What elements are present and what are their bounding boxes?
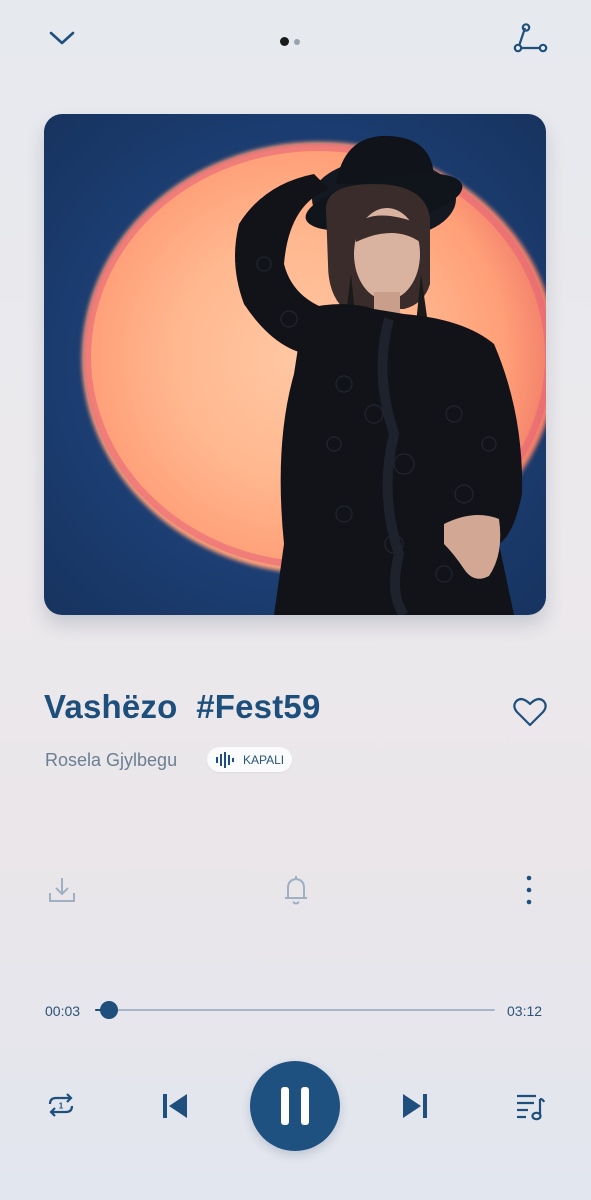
skip-previous-icon	[163, 1094, 187, 1118]
download-icon	[49, 878, 75, 902]
pause-button[interactable]	[250, 1061, 340, 1151]
page-dot-active	[280, 37, 289, 46]
chevron-down-icon	[49, 31, 75, 45]
seek-handle[interactable]	[100, 1001, 119, 1019]
elapsed-time: 00:03	[45, 1003, 81, 1019]
repeat-one-icon: 1	[48, 1093, 74, 1117]
previous-button[interactable]	[156, 1087, 194, 1125]
album-artwork[interactable]	[44, 114, 546, 615]
more-options-button[interactable]	[517, 872, 541, 908]
total-time: 03:12	[507, 1003, 543, 1019]
quality-badge[interactable]: KAPALI	[207, 747, 293, 772]
queue-button[interactable]	[512, 1088, 548, 1124]
seek-bar[interactable]	[95, 1009, 495, 1011]
share-button[interactable]	[508, 16, 552, 60]
page-indicator	[280, 37, 300, 46]
page-dot	[294, 38, 300, 45]
notification-button[interactable]	[278, 872, 314, 908]
bell-icon	[285, 876, 307, 905]
next-button[interactable]	[396, 1087, 434, 1125]
badge-label: KAPALI	[243, 752, 285, 767]
download-button[interactable]	[44, 872, 80, 908]
queue-music-icon	[517, 1094, 546, 1121]
song-title: Vashëzo #Fest59	[44, 688, 321, 725]
svg-text:1: 1	[59, 1102, 64, 1111]
repeat-button[interactable]: 1	[44, 1088, 78, 1122]
like-button[interactable]	[510, 692, 550, 732]
waveform-icon	[216, 751, 234, 768]
heart-icon	[513, 697, 547, 727]
skip-next-icon	[403, 1094, 427, 1118]
pause-icon	[281, 1087, 309, 1125]
artist-photo	[235, 135, 523, 615]
artist-name[interactable]: Rosela Gjylbegu	[45, 750, 177, 771]
share-icon	[513, 23, 548, 53]
collapse-button[interactable]	[38, 18, 86, 58]
more-vertical-icon	[526, 875, 532, 905]
